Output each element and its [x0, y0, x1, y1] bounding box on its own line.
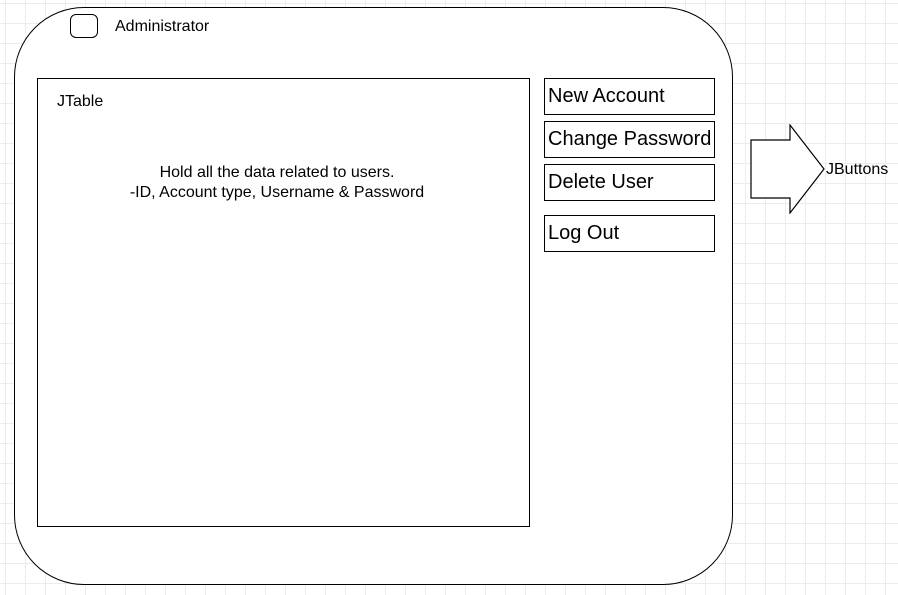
- delete-user-button[interactable]: Delete User: [544, 164, 715, 201]
- table-description-line-2: -ID, Account type, Username & Password: [129, 184, 425, 201]
- arrow-label: JButtons: [826, 161, 889, 178]
- right-arrow-icon: [750, 124, 825, 214]
- window-icon: [70, 14, 98, 38]
- table-label: JTable: [57, 93, 104, 110]
- user-table[interactable]: [37, 78, 530, 527]
- change-password-button[interactable]: Change Password: [544, 121, 715, 158]
- new-account-button[interactable]: New Account: [544, 78, 715, 115]
- table-description-line-1: Hold all the data related to users.: [159, 164, 395, 181]
- table-description: Hold all the data related to users. -ID,…: [97, 163, 457, 203]
- log-out-button[interactable]: Log Out: [544, 215, 715, 252]
- window-title: Administrator: [115, 18, 210, 35]
